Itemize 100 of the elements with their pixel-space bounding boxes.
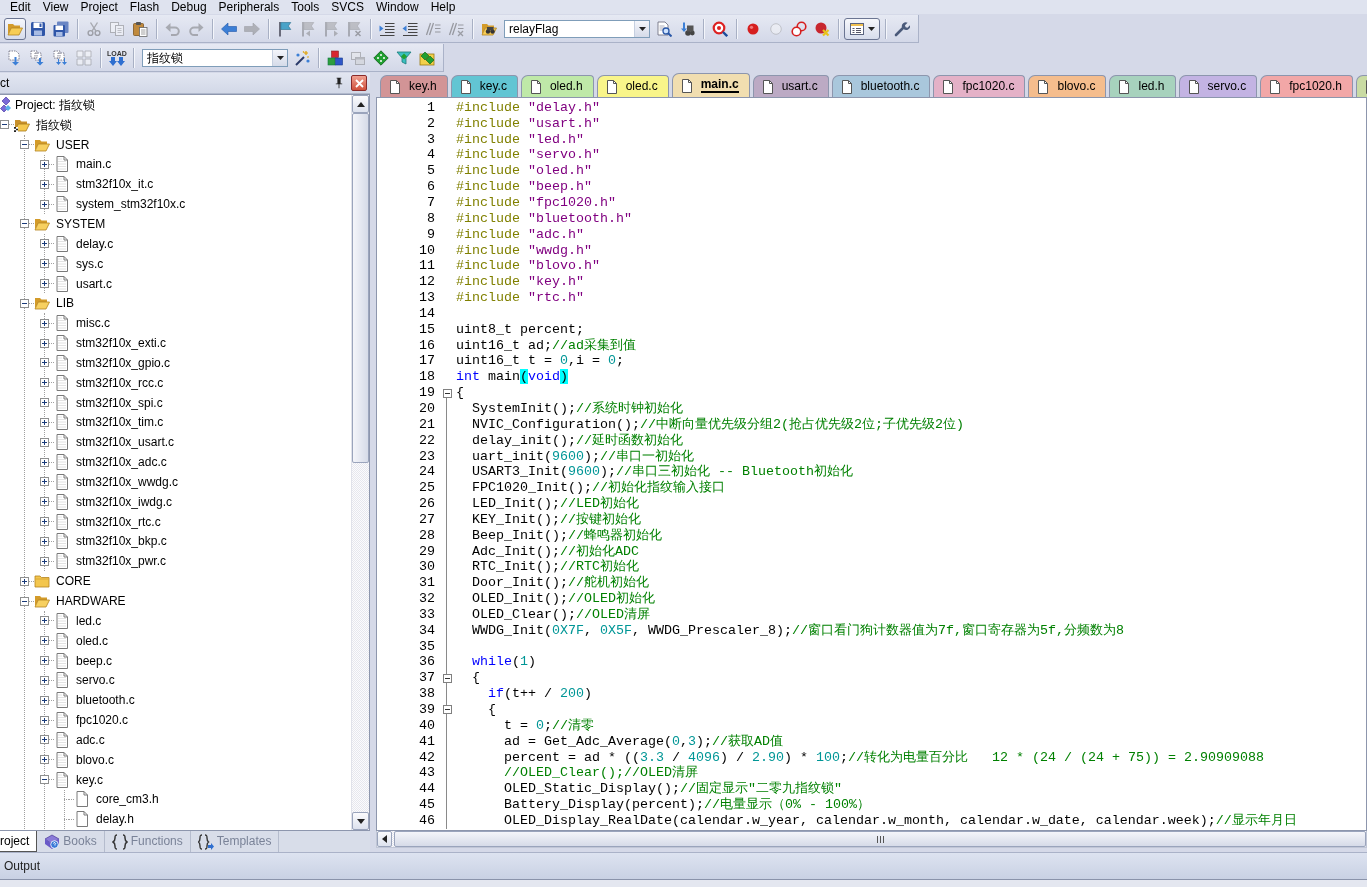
menu-item[interactable]: Peripherals <box>212 1 286 14</box>
tree-item[interactable]: stm32f10x_pwr.c <box>76 554 167 569</box>
tree-item[interactable]: stm32f10x_tim.c <box>76 415 164 430</box>
tree-item[interactable]: delay.h <box>96 812 134 827</box>
expand-icon[interactable] <box>40 755 49 765</box>
collapse-icon[interactable] <box>40 775 49 785</box>
scroll-left-button[interactable] <box>377 831 392 847</box>
tree-item[interactable]: LIB <box>56 296 74 311</box>
expand-icon[interactable] <box>40 318 49 328</box>
tree-item[interactable]: 指纹锁 <box>36 117 72 132</box>
tree-item[interactable]: stm32f10x_exti.c <box>76 336 167 351</box>
collapse-icon[interactable] <box>442 705 452 715</box>
tree-item[interactable]: sys.c <box>76 256 104 271</box>
file-tab[interactable]: main.c <box>671 73 750 97</box>
expand-icon[interactable] <box>40 735 49 745</box>
expand-icon[interactable] <box>40 517 49 527</box>
collapse-icon[interactable] <box>0 120 9 130</box>
tree-item[interactable]: key.c <box>76 772 104 787</box>
expand-icon[interactable] <box>40 537 49 546</box>
tree-item[interactable]: SYSTEM <box>56 217 106 231</box>
tree-item[interactable]: misc.c <box>76 316 110 331</box>
combo-box[interactable]: 指纹锁 <box>142 48 288 67</box>
scrollbar-thumb[interactable] <box>394 831 1366 847</box>
tree-item[interactable]: stm32f10x_usart.c <box>76 435 175 450</box>
menu-item[interactable]: Edit <box>4 1 37 14</box>
panel-tab[interactable]: roject <box>0 831 38 852</box>
tree-item[interactable]: USER <box>56 137 90 152</box>
tree-item[interactable]: CORE <box>56 574 91 589</box>
file-tab[interactable]: fpc1020.h <box>1260 75 1353 97</box>
tree-item[interactable]: oled.c <box>76 633 109 648</box>
collapse-icon[interactable] <box>442 388 452 398</box>
tree-item[interactable]: delay.c <box>76 236 114 251</box>
file-tab[interactable]: key.c <box>450 75 518 97</box>
menu-item[interactable]: Debug <box>165 1 213 14</box>
expand-icon[interactable] <box>40 338 49 348</box>
expand-icon[interactable] <box>40 715 49 725</box>
tree-item[interactable]: bluetooth.c <box>76 693 135 708</box>
expand-icon[interactable] <box>20 576 29 586</box>
file-tab[interactable]: blovo.c <box>1028 75 1107 97</box>
expand-icon[interactable] <box>40 279 49 288</box>
tree-item[interactable]: Project: 指纹锁 <box>15 97 95 112</box>
scroll-down-button[interactable] <box>352 812 369 830</box>
close-button[interactable] <box>351 75 367 91</box>
menu-item[interactable]: Tools <box>285 1 326 14</box>
tree-item[interactable]: adc.c <box>76 732 105 747</box>
expand-icon[interactable] <box>40 556 49 566</box>
scroll-up-button[interactable] <box>352 95 369 113</box>
expand-icon[interactable] <box>40 259 49 269</box>
dropdown-button[interactable] <box>272 49 287 66</box>
expand-icon[interactable] <box>40 457 49 467</box>
collapse-icon[interactable] <box>442 673 452 683</box>
expand-icon[interactable] <box>40 636 49 646</box>
expand-icon[interactable] <box>40 159 49 169</box>
collapse-icon[interactable] <box>20 140 29 150</box>
collapse-icon[interactable] <box>20 298 29 308</box>
expand-icon[interactable] <box>40 417 49 427</box>
window-menu-button[interactable] <box>844 17 880 40</box>
file-tab[interactable]: fpc1020.c <box>933 75 1026 97</box>
tree-item[interactable]: stm32f10x_adc.c <box>76 455 167 470</box>
expand-icon[interactable] <box>40 179 49 189</box>
tree-item[interactable]: stm32f10x_gpio.c <box>76 355 171 370</box>
tree-item[interactable]: system_stm32f10x.c <box>76 197 186 212</box>
expand-icon[interactable] <box>40 497 49 507</box>
expand-icon[interactable] <box>40 378 49 388</box>
tree-item[interactable]: stm32f10x_spi.c <box>76 395 163 410</box>
expand-icon[interactable] <box>40 199 49 209</box>
expand-icon[interactable] <box>40 358 49 368</box>
tree-item[interactable]: stm32f10x_rcc.c <box>76 375 164 390</box>
menu-item[interactable]: Window <box>369 1 425 14</box>
file-tab[interactable]: oled.h <box>520 75 594 97</box>
open-button[interactable] <box>4 17 26 40</box>
menu-item[interactable]: View <box>36 1 75 14</box>
scrollbar-thumb[interactable] <box>352 113 369 463</box>
menu-item[interactable]: Flash <box>123 1 166 14</box>
tree-item[interactable]: stm32f10x_iwdg.c <box>76 494 173 509</box>
tree-item[interactable]: servo.c <box>76 673 115 688</box>
expand-icon[interactable] <box>40 695 49 705</box>
file-tab[interactable]: led.h <box>1109 75 1176 97</box>
tree-item[interactable]: fpc1020.c <box>76 713 129 728</box>
menu-item[interactable]: Project <box>74 1 124 14</box>
menu-item[interactable]: Help <box>424 1 462 14</box>
file-tab[interactable]: usart.c <box>752 75 829 97</box>
tree-item[interactable]: stm32f10x_wwdg.c <box>76 474 179 489</box>
tree-item[interactable]: stm32f10x_bkp.c <box>76 534 167 549</box>
expand-icon[interactable] <box>40 239 49 249</box>
expand-icon[interactable] <box>40 477 49 487</box>
dropdown-button[interactable] <box>634 20 649 37</box>
file-tab[interactable]: key.h <box>380 75 448 97</box>
tree-item[interactable]: usart.c <box>76 276 112 291</box>
expand-icon[interactable] <box>40 616 49 626</box>
collapse-icon[interactable] <box>20 219 29 229</box>
tree-item[interactable]: core_cm3.h <box>96 792 159 807</box>
menu-item[interactable]: SVCS <box>325 1 370 14</box>
combo-box[interactable]: relayFlag <box>504 19 650 38</box>
tree-item[interactable]: led.c <box>76 613 102 628</box>
expand-icon[interactable] <box>40 398 49 408</box>
tree-item[interactable]: stm32f10x_it.c <box>76 177 154 192</box>
file-tab[interactable]: oled.c <box>596 75 669 97</box>
expand-icon[interactable] <box>40 437 49 447</box>
file-tab[interactable]: servo.c <box>1178 75 1258 97</box>
